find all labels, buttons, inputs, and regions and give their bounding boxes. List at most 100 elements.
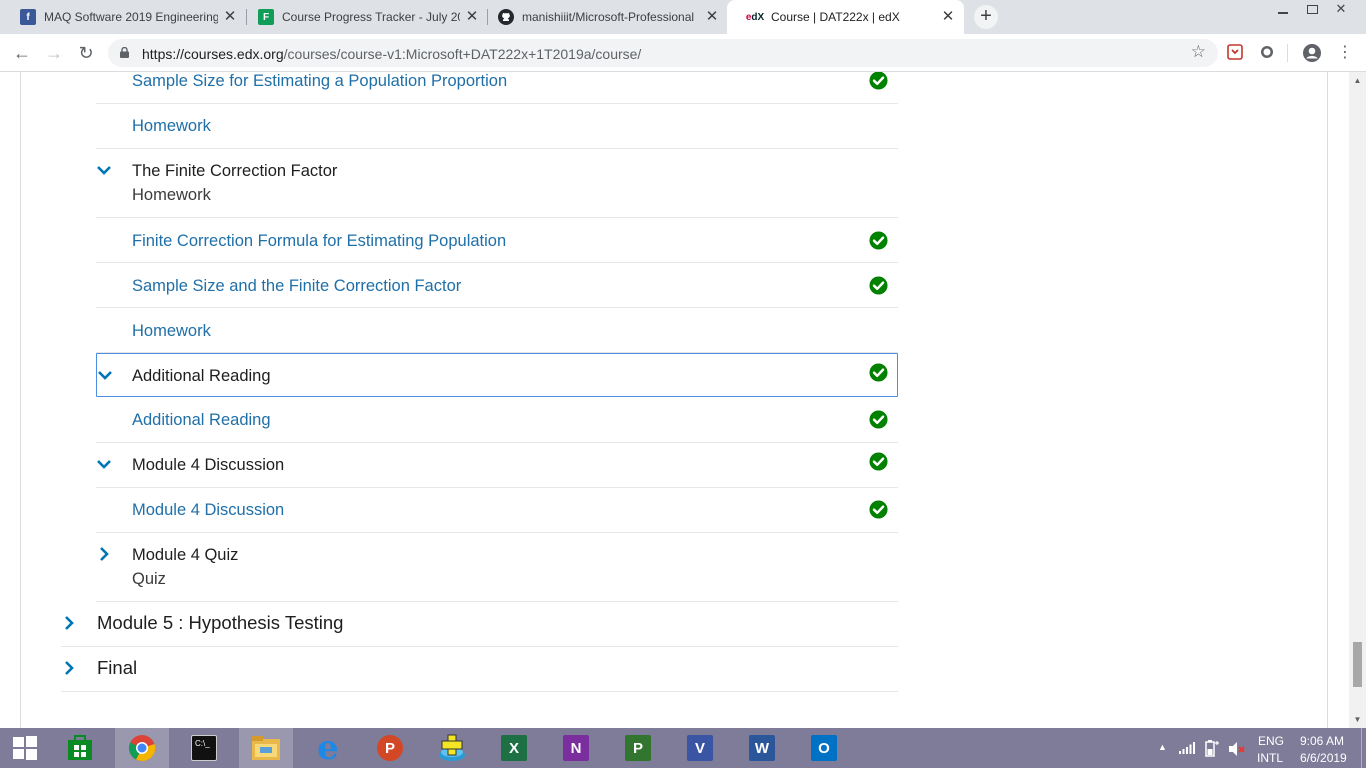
google-sheets-icon: F: [258, 9, 274, 25]
minimize-icon[interactable]: [1268, 0, 1298, 20]
browser-toolbar: ← → ↻ https://courses.edx.org/courses/co…: [0, 34, 1366, 72]
windows-taskbar: C:\_ e P X N P V W O ▲ ENG INTL 9:06 AM …: [0, 728, 1366, 768]
profile-avatar-icon[interactable]: [1302, 43, 1322, 63]
extension-circle-icon[interactable]: [1259, 44, 1275, 60]
unit-link[interactable]: Sample Size and the Finite Correction Fa…: [132, 277, 461, 295]
close-window-icon[interactable]: ✕: [1326, 0, 1356, 20]
unit-link[interactable]: Homework: [132, 322, 211, 340]
chevron-down-icon[interactable]: [97, 367, 113, 383]
vertical-scrollbar[interactable]: ▲ ▼: [1349, 72, 1366, 728]
close-icon[interactable]: ✕: [222, 9, 238, 25]
unit-row[interactable]: Finite Correction Formula for Estimating…: [96, 218, 898, 263]
taskbar-excel[interactable]: X: [487, 728, 541, 768]
close-icon[interactable]: ✕: [704, 9, 720, 25]
taskbar-store[interactable]: [53, 728, 107, 768]
forward-arrow-icon[interactable]: →: [40, 39, 68, 67]
network-signal-icon[interactable]: [1179, 742, 1195, 754]
new-tab-button[interactable]: +: [974, 5, 998, 29]
input-language-layout[interactable]: INTL: [1257, 751, 1283, 765]
section-row-module-5[interactable]: Module 5 : Hypothesis Testing: [61, 602, 898, 647]
chevron-down-icon[interactable]: [96, 162, 112, 178]
unit-row[interactable]: Homework: [96, 104, 898, 149]
volume-muted-icon[interactable]: [1228, 741, 1246, 757]
menu-kebab-icon[interactable]: ⋮: [1331, 39, 1359, 67]
restore-icon[interactable]: [1297, 0, 1327, 20]
subsection-title[interactable]: The Finite Correction Factor: [132, 162, 337, 180]
scroll-up-arrow-icon[interactable]: ▲: [1352, 76, 1363, 85]
tab-maq-software[interactable]: f MAQ Software 2019 Engineering ✕: [0, 0, 246, 34]
taskbar-command-prompt[interactable]: C:\_: [177, 728, 231, 768]
subsection-title[interactable]: Module 4 Quiz: [132, 546, 238, 564]
taskbar-chrome[interactable]: [115, 728, 169, 768]
clock-date[interactable]: 6/6/2019: [1300, 751, 1347, 765]
taskbar-powerpoint[interactable]: P: [363, 728, 417, 768]
input-language[interactable]: ENG: [1258, 734, 1284, 748]
subsection-title[interactable]: Additional Reading: [132, 367, 271, 385]
tab-title: Course | DAT222x | edX: [771, 10, 900, 24]
file-explorer-icon: [252, 736, 280, 760]
unit-row[interactable]: Additional Reading: [96, 398, 898, 443]
tab-title: Course Progress Tracker - July 20: [282, 10, 460, 24]
chevron-right-icon[interactable]: [61, 615, 77, 631]
taskbar-internet-explorer[interactable]: e: [301, 728, 355, 768]
section-row-final[interactable]: Final: [61, 647, 898, 692]
checkmark-complete-icon: [869, 231, 888, 250]
pocket-extension-icon[interactable]: [1227, 44, 1243, 60]
edx-icon: e dX: [745, 11, 765, 23]
command-prompt-icon: C:\_: [191, 735, 217, 761]
unit-link[interactable]: Finite Correction Formula for Estimating…: [132, 232, 506, 250]
tab-github[interactable]: manishiiit/Microsoft-Professional ✕: [478, 0, 728, 34]
unit-row[interactable]: Sample Size and the Finite Correction Fa…: [96, 263, 898, 308]
unit-row[interactable]: Sample Size for Estimating a Population …: [96, 72, 898, 104]
subsection-title[interactable]: Module 4 Discussion: [132, 456, 284, 474]
unit-link[interactable]: Additional Reading: [132, 411, 271, 429]
url-text: https://courses.edx.org/courses/course-v…: [142, 46, 641, 62]
subsection-row-module-4-discussion[interactable]: Module 4 Discussion: [96, 443, 898, 488]
onenote-icon: N: [563, 735, 589, 761]
address-bar[interactable]: https://courses.edx.org/courses/course-v…: [108, 39, 1218, 67]
scrollbar-thumb[interactable]: [1353, 642, 1362, 687]
scroll-down-arrow-icon[interactable]: ▼: [1352, 715, 1363, 724]
taskbar-word[interactable]: W: [735, 728, 789, 768]
section-title[interactable]: Final: [97, 658, 137, 678]
show-desktop-button[interactable]: [1361, 728, 1366, 768]
close-icon[interactable]: ✕: [940, 9, 956, 25]
reload-icon[interactable]: ↻: [72, 39, 100, 67]
section-title[interactable]: Module 5 : Hypothesis Testing: [97, 613, 343, 633]
subsection-row-module-4-quiz[interactable]: Module 4 Quiz Quiz: [96, 533, 898, 602]
windows-start-button[interactable]: [0, 728, 50, 768]
unit-row[interactable]: Module 4 Discussion: [96, 488, 898, 533]
tab-edx-course[interactable]: e dX Course | DAT222x | edX ✕: [727, 0, 964, 34]
checkmark-complete-icon: [869, 410, 888, 429]
taskbar-outlook[interactable]: O: [797, 728, 851, 768]
unit-link[interactable]: Sample Size for Estimating a Population …: [132, 72, 507, 90]
chevron-down-icon[interactable]: [96, 456, 112, 472]
unit-row[interactable]: Homework: [96, 308, 898, 353]
unit-link[interactable]: Module 4 Discussion: [132, 501, 284, 519]
back-arrow-icon[interactable]: ←: [8, 39, 36, 67]
checkmark-complete-icon: [869, 452, 888, 471]
subsection-type-label: Homework: [132, 186, 211, 204]
bookmark-star-icon[interactable]: ☆: [1191, 42, 1206, 62]
chevron-right-icon[interactable]: [96, 546, 112, 562]
battery-icon[interactable]: [1204, 739, 1220, 757]
checkmark-complete-icon: [869, 72, 888, 90]
checkmark-complete-icon: [869, 363, 888, 382]
unit-link[interactable]: Homework: [132, 117, 211, 135]
taskbar-file-explorer[interactable]: [239, 728, 293, 768]
taskbar-onenote[interactable]: N: [549, 728, 603, 768]
subsection-row-additional-reading[interactable]: Additional Reading: [96, 353, 898, 397]
clock-time[interactable]: 9:06 AM: [1300, 734, 1344, 748]
subsection-row-finite-correction[interactable]: The Finite Correction Factor Homework: [96, 149, 898, 218]
checkmark-complete-icon: [869, 276, 888, 295]
word-icon: W: [749, 735, 775, 761]
store-icon: [68, 735, 92, 760]
github-icon: [498, 9, 514, 25]
taskbar-first-aid-app[interactable]: [425, 728, 479, 768]
chrome-icon: [128, 735, 156, 762]
taskbar-visio[interactable]: V: [673, 728, 727, 768]
chevron-right-icon[interactable]: [61, 660, 77, 676]
show-hidden-icons-chevron-icon[interactable]: ▲: [1158, 742, 1167, 752]
tab-course-progress-tracker[interactable]: F Course Progress Tracker - July 20 ✕: [238, 0, 488, 34]
taskbar-project[interactable]: P: [611, 728, 665, 768]
